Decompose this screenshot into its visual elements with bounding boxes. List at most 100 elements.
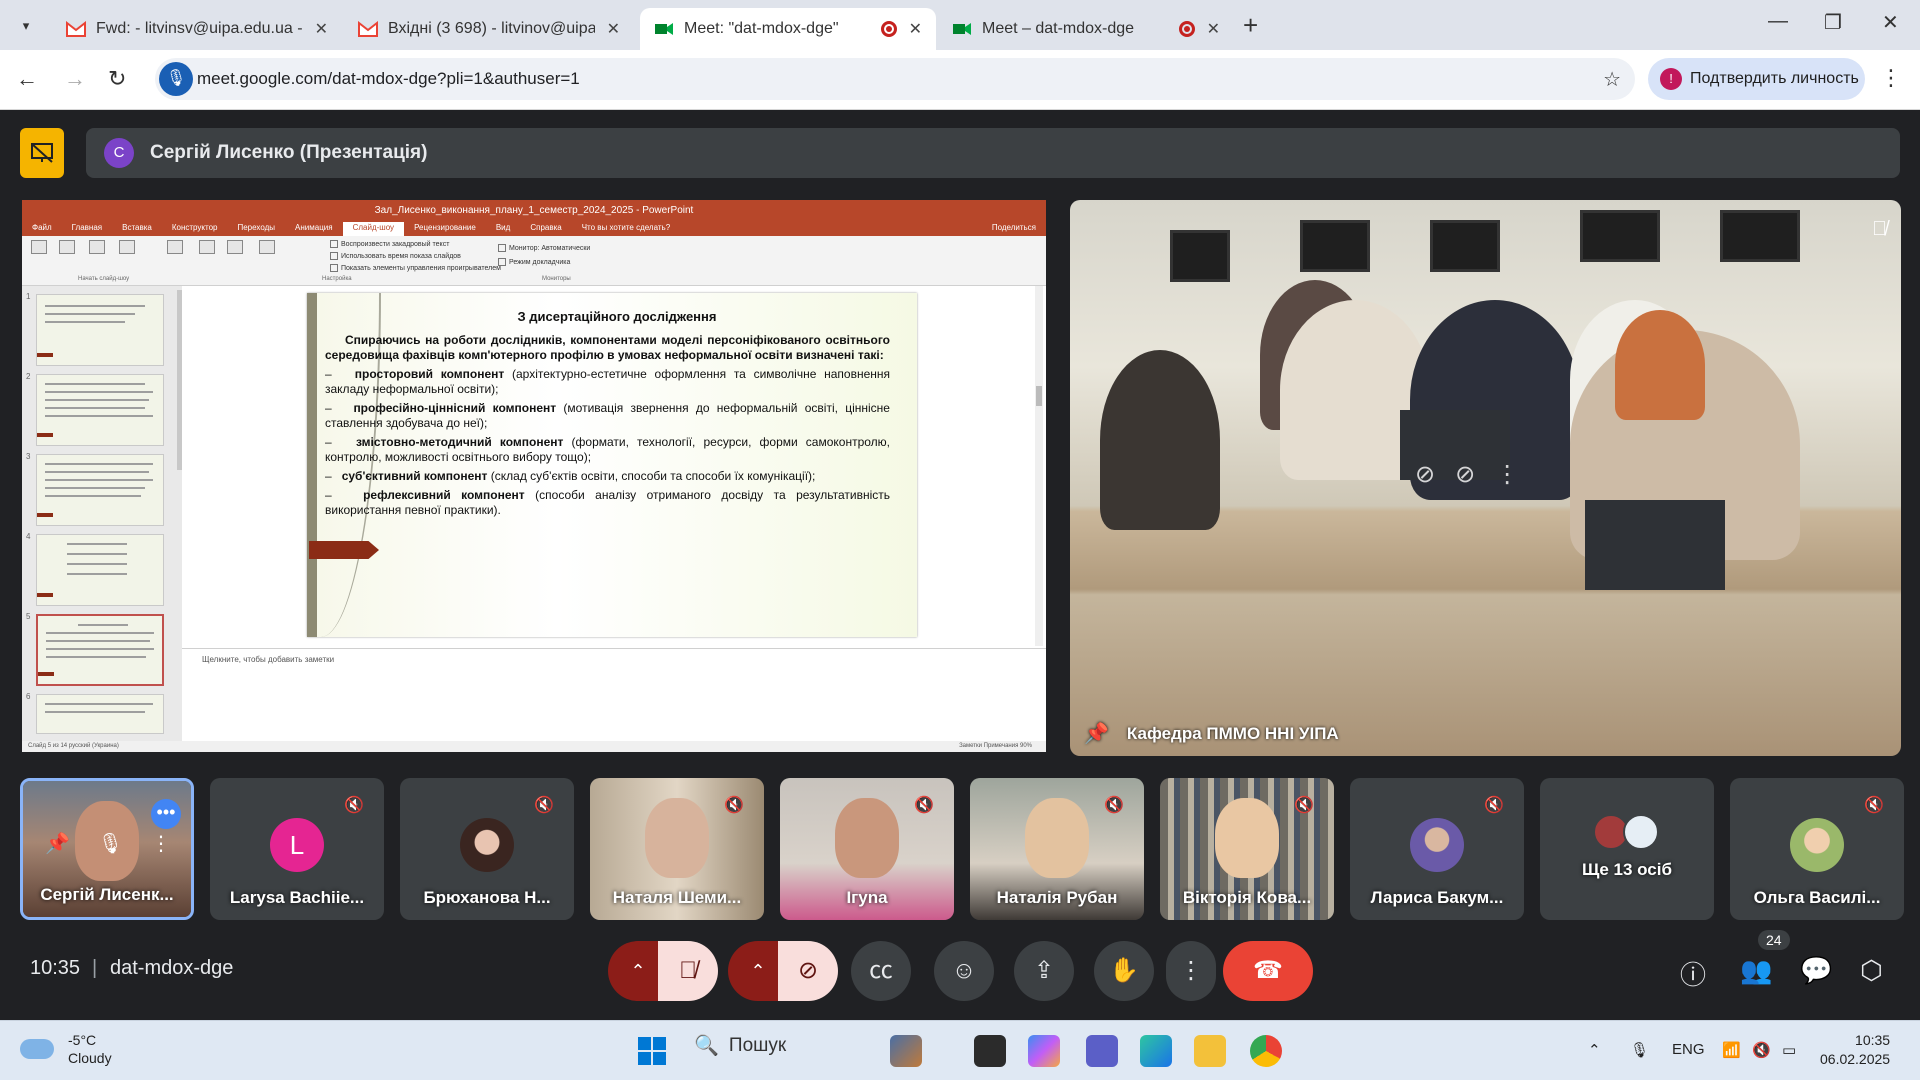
language-indicator[interactable]: ENG bbox=[1672, 1041, 1705, 1058]
wifi-icon[interactable]: 📶 bbox=[1722, 1041, 1741, 1059]
more-options-button[interactable]: ⋮ bbox=[1166, 941, 1216, 1001]
raise-hand-button[interactable]: ✋ bbox=[1094, 941, 1154, 1001]
ribbon-checkbox: Показать элементы управления проигрывате… bbox=[330, 264, 501, 272]
teams-icon[interactable] bbox=[1086, 1035, 1118, 1067]
participant-tile[interactable]: 🔇 L Larysa Bachiie... bbox=[210, 778, 384, 920]
ribbon-button-icon bbox=[114, 240, 140, 256]
system-clock[interactable]: 10:35 06.02.2025 bbox=[1820, 1031, 1890, 1069]
mic-off-icon: 🎙̸ bbox=[1872, 218, 1887, 240]
participant-tile[interactable]: 🔇 Брюханова Н... bbox=[400, 778, 574, 920]
status-left: Слайд 5 из 14 русский (Украина) bbox=[28, 743, 119, 749]
browser-menu-icon[interactable]: ⋮ bbox=[1880, 65, 1902, 91]
edge-icon[interactable] bbox=[1140, 1035, 1172, 1067]
participant-tile-self[interactable]: ••• 📌 🎙 ⋮ Сергій Лисенк... bbox=[20, 778, 194, 920]
meeting-info-icon[interactable]: ⓘ bbox=[1680, 955, 1706, 992]
kebab-menu-icon[interactable]: ⋮ bbox=[151, 831, 171, 856]
mic-off-icon: 🔇 bbox=[1864, 797, 1884, 814]
tab-title: Meet – dat-mdox-dge bbox=[982, 20, 1135, 37]
pp-menu-item: Вставка bbox=[122, 223, 152, 232]
powerpoint-ribbon: Воспроизвести закадровый текст Использов… bbox=[22, 236, 1046, 286]
ribbon-button-icon bbox=[194, 240, 220, 256]
ribbon-checkbox: Режим докладчика bbox=[498, 258, 570, 266]
mic-icon[interactable]: 🎙 bbox=[98, 831, 123, 856]
participant-avatar bbox=[1410, 818, 1464, 872]
leave-call-button[interactable]: ☎ bbox=[1223, 941, 1313, 1001]
camera-off-button[interactable]: ⊘ bbox=[778, 941, 838, 1001]
windows-start-icon[interactable] bbox=[638, 1037, 666, 1065]
tab-meet-active[interactable]: Meet: "dat-mdox-dge" ✕ bbox=[640, 8, 936, 50]
chrome-icon[interactable] bbox=[1250, 1035, 1282, 1067]
microphone-in-use-icon[interactable]: 🎙 bbox=[159, 62, 193, 96]
slide-thumbnails-pane: 1 2 3 4 5 6 bbox=[22, 286, 182, 741]
tray-mic-icon[interactable]: 🎙 bbox=[1630, 1041, 1649, 1059]
tab-meet-2[interactable]: Meet – dat-mdox-dge ✕ bbox=[938, 8, 1234, 50]
close-tab-icon[interactable]: ✕ bbox=[607, 19, 620, 39]
close-tab-icon[interactable]: ✕ bbox=[909, 19, 922, 39]
volume-muted-icon[interactable]: 🔇 bbox=[1752, 1041, 1771, 1059]
classroom-monitor bbox=[1430, 220, 1500, 272]
mic-off-icon: 🔇 bbox=[1484, 797, 1504, 814]
window-close-icon[interactable]: ✕ bbox=[1882, 10, 1899, 35]
forward-arrow-icon[interactable]: → bbox=[64, 66, 86, 92]
slide-thumbnail-selected bbox=[36, 614, 164, 686]
omnibox[interactable]: 🎙 meet.google.com/dat-mdox-dge?pli=1&aut… bbox=[155, 58, 1635, 100]
captions-button[interactable]: ㏄ bbox=[851, 941, 911, 1001]
participant-avatar bbox=[1790, 818, 1844, 872]
close-tab-icon[interactable]: ✕ bbox=[1207, 19, 1220, 39]
taskbar-search[interactable]: 🔍 Пошук bbox=[694, 1033, 786, 1058]
camera-label: 📌 Кафедра ПММО ННІ УІПА bbox=[1084, 721, 1339, 746]
tab-title: Fwd: - litvinsv@uipa.edu.ua - по bbox=[96, 20, 303, 37]
search-highlight-icon[interactable] bbox=[890, 1035, 922, 1067]
meet-icon bbox=[953, 23, 971, 35]
slide-intro: Спираючись на роботи дослідників, компон… bbox=[325, 333, 890, 362]
bookmark-star-icon[interactable]: ☆ bbox=[1603, 67, 1621, 92]
participant-tile[interactable]: 🔇 Ольга Василі... bbox=[1730, 778, 1904, 920]
pin-icon[interactable]: 📌 bbox=[1084, 721, 1109, 746]
tab-gmail-fwd[interactable]: Fwd: - litvinsv@uipa.edu.ua - по ✕ bbox=[52, 8, 342, 50]
weather-condition: Cloudy bbox=[68, 1050, 112, 1066]
tab-search-chevron-icon[interactable]: ▾ bbox=[12, 12, 40, 40]
battery-icon[interactable]: ▭ bbox=[1782, 1041, 1796, 1059]
camera-feed-tile[interactable]: 🎙̸ ⊘ ⊘ ⋮ 📌 Кафедра ПММО ННІ УІПА bbox=[1070, 200, 1901, 756]
participant-tile[interactable]: 🔇 Вікторія Кова... bbox=[1160, 778, 1334, 920]
chat-icon[interactable]: 💬 bbox=[1800, 955, 1832, 986]
pp-menu-item: Переходы bbox=[237, 223, 276, 232]
tray-chevron-icon[interactable]: ⌃ bbox=[1588, 1041, 1601, 1059]
slide-arrow-decoration bbox=[309, 541, 379, 559]
restore-icon[interactable]: ❐ bbox=[1824, 10, 1842, 35]
reload-icon[interactable]: ↻ bbox=[108, 66, 126, 92]
captions-icon: ㏄ bbox=[869, 957, 893, 984]
participant-tile[interactable]: 🔇 Лариса Бакум... bbox=[1350, 778, 1524, 920]
pp-menu-item: Что вы хотите сделать? bbox=[581, 223, 671, 232]
participant-tile[interactable]: 🔇 Наталія Рубан bbox=[970, 778, 1144, 920]
participant-tile[interactable]: 🔇 Ігуna bbox=[780, 778, 954, 920]
participant-tile-more[interactable]: Ще 13 осіб bbox=[1540, 778, 1714, 920]
people-icon[interactable]: 👥 bbox=[1740, 955, 1772, 986]
file-explorer-icon[interactable] bbox=[1194, 1035, 1226, 1067]
participant-tile[interactable]: 🔇 Наталя Шеми... bbox=[590, 778, 764, 920]
url-text[interactable]: meet.google.com/dat-mdox-dge?pli=1&authu… bbox=[197, 69, 580, 89]
mic-off-button[interactable]: 🎙̸ bbox=[658, 941, 718, 1001]
verify-identity-button[interactable]: ! Подтвердить личность bbox=[1648, 58, 1865, 100]
reactions-button[interactable]: ☺ bbox=[934, 941, 994, 1001]
pin-icon[interactable]: 📌 bbox=[45, 831, 70, 856]
pp-menu-item: Поделиться bbox=[991, 223, 1036, 232]
present-screen-button[interactable]: ⇪ bbox=[1014, 941, 1074, 1001]
copilot-icon[interactable] bbox=[1028, 1035, 1060, 1067]
new-tab-icon[interactable]: + bbox=[1243, 10, 1258, 41]
task-view-icon[interactable] bbox=[974, 1035, 1006, 1067]
tab-gmail-inbox[interactable]: Вхідні (3 698) - litvinov@uipa.e ✕ bbox=[344, 8, 634, 50]
presentation-layout-icon[interactable] bbox=[20, 128, 64, 178]
activities-icon[interactable]: ⬡ bbox=[1860, 955, 1883, 986]
back-arrow-icon[interactable]: ← bbox=[16, 66, 38, 92]
powerpoint-status-bar: Слайд 5 из 14 русский (Украина) Заметки … bbox=[22, 741, 1046, 752]
close-tab-icon[interactable]: ✕ bbox=[315, 19, 328, 39]
minimize-icon[interactable]: — bbox=[1768, 10, 1788, 33]
thumb-number: 1 bbox=[26, 292, 31, 301]
more-options-icon[interactable]: ••• bbox=[151, 799, 181, 829]
participant-face bbox=[1025, 798, 1089, 878]
classroom-monitor bbox=[1580, 210, 1660, 262]
weather-widget[interactable]: -5°C Cloudy bbox=[20, 1031, 112, 1067]
presenter-avatar: С bbox=[104, 138, 134, 168]
mic-off-icon: 🎙̸ bbox=[679, 957, 697, 984]
